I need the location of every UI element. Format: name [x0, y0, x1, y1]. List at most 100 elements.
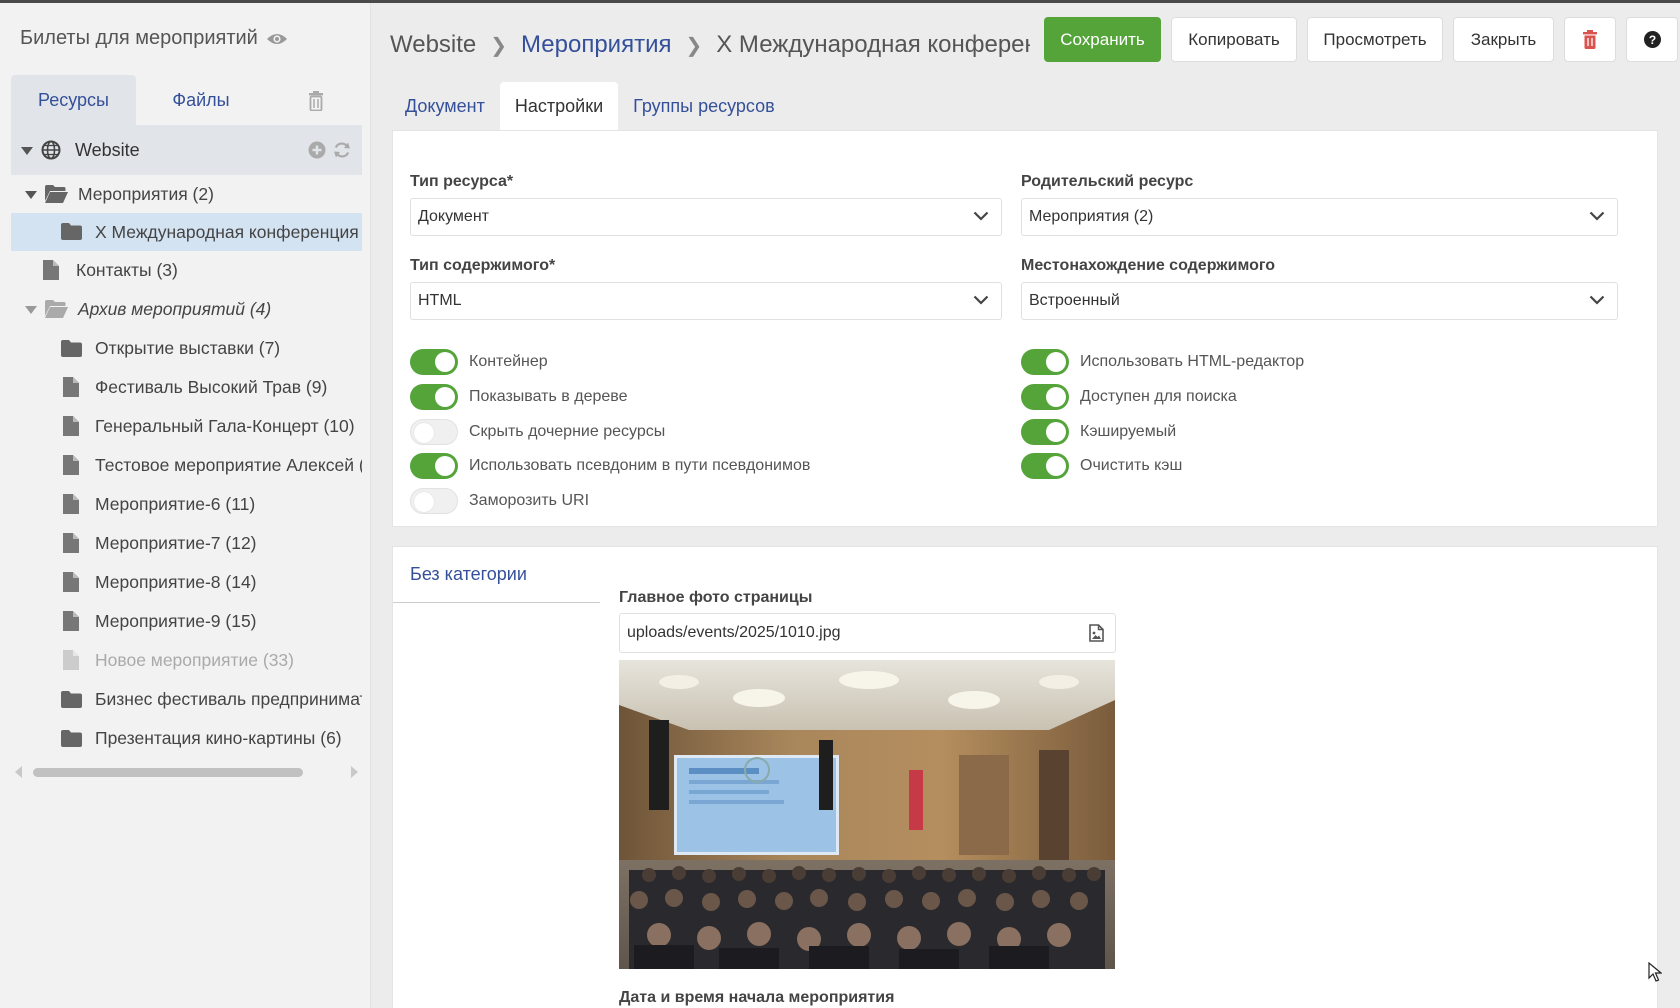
delete-button[interactable]	[1564, 17, 1616, 62]
tab-resource-groups[interactable]: Группы ресурсов	[618, 82, 790, 130]
parent-resource-value: Мероприятия (2)	[1029, 208, 1154, 225]
breadcrumb-events[interactable]: Мероприятия	[521, 31, 671, 59]
freeze-uri-toggle[interactable]	[410, 488, 458, 514]
tab-settings[interactable]: Настройки	[499, 82, 619, 130]
preview-button[interactable]: Просмотреть	[1307, 17, 1443, 62]
content-location-select[interactable]: Встроенный	[1021, 282, 1618, 320]
clear-cache-toggle[interactable]	[1021, 453, 1069, 479]
tree-item-label: Новое мероприятие (33)	[95, 650, 294, 670]
tree-item-event-8[interactable]: Мероприятие-8 (14)	[11, 563, 362, 602]
tree-root-website[interactable]: Website	[11, 125, 362, 175]
close-button[interactable]: Закрыть	[1453, 17, 1554, 62]
add-circle-icon[interactable]	[308, 141, 326, 159]
tree-horizontal-scrollbar[interactable]	[11, 763, 362, 779]
tree-item-label: Бизнес фестиваль предпринимате	[95, 689, 362, 709]
tree-item-label: Мероприятие-8 (14)	[95, 572, 257, 592]
toggle-row-container: Контейнер	[410, 349, 548, 375]
toggle-row-alias-path: Использовать псевдоним в пути псевдонимо…	[410, 453, 810, 479]
file-image-icon[interactable]	[1089, 624, 1104, 642]
tree-item-label: Фестиваль Высокий Трав (9)	[95, 377, 328, 397]
help-button[interactable]: ?	[1626, 17, 1678, 62]
show-in-tree-toggle[interactable]	[410, 384, 458, 410]
main-photo-path: uploads/events/2025/1010.jpg	[627, 624, 841, 641]
document-icon	[43, 260, 59, 280]
resource-tree: Website Мероприятия (2) X Международная …	[11, 125, 362, 758]
tree-item-label: Презентация кино-картины (6)	[95, 728, 342, 748]
container-toggle[interactable]	[410, 349, 458, 375]
show-in-tree-label: Показывать в дереве	[469, 388, 628, 405]
tree-item-label: Мероприятия (2)	[78, 183, 214, 204]
tree-item-contacts[interactable]: Контакты (3)	[11, 251, 362, 290]
toggle-knob	[1046, 352, 1066, 372]
tree-item-business-festival[interactable]: Бизнес фестиваль предпринимате	[11, 680, 362, 719]
tab-resources[interactable]: Ресурсы	[11, 75, 136, 125]
tree-item-label: Мероприятие-6 (11)	[95, 494, 256, 514]
page-title: X Международная конференц	[716, 31, 1030, 58]
parent-resource-select[interactable]: Мероприятия (2)	[1021, 198, 1618, 236]
resource-type-label: Тип ресурса*	[410, 173, 514, 190]
trash-icon[interactable]	[307, 91, 325, 111]
svg-text:?: ?	[1648, 33, 1655, 47]
eye-icon[interactable]	[266, 32, 288, 46]
refresh-icon[interactable]	[332, 141, 352, 159]
toggle-knob	[1046, 422, 1066, 442]
toggle-row-cacheable: Кэшируемый	[1021, 419, 1176, 445]
clear-cache-label: Очистить кэш	[1080, 457, 1183, 474]
hide-children-toggle[interactable]	[410, 419, 458, 445]
tree-item-label: Генеральный Гала-Концерт (10)	[95, 416, 355, 436]
main-photo-label: Главное фото страницы	[619, 589, 813, 606]
tree-item-festival[interactable]: Фестиваль Высокий Трав (9)	[11, 368, 362, 407]
chevron-down-icon	[973, 211, 989, 221]
container-toggle-label: Контейнер	[469, 353, 548, 370]
tree-item-event-7[interactable]: Мероприятие-7 (12)	[11, 524, 362, 563]
cacheable-toggle[interactable]	[1021, 419, 1069, 445]
copy-button[interactable]: Копировать	[1171, 17, 1297, 62]
chevron-down-icon	[973, 295, 989, 305]
tree-item-test-event[interactable]: Тестовое мероприятие Алексей (	[11, 446, 362, 485]
tab-files[interactable]: Файлы	[136, 75, 266, 125]
tab-uncategorized[interactable]: Без категории	[393, 547, 600, 603]
caret-down-icon[interactable]	[25, 191, 37, 199]
mouse-cursor-icon	[1648, 962, 1662, 982]
scroll-right-icon[interactable]	[351, 766, 358, 778]
scroll-left-icon[interactable]	[15, 766, 22, 778]
main-content: Website ❯ Мероприятия ❯ X Международная …	[372, 3, 1680, 1008]
resource-type-select[interactable]: Документ	[410, 198, 1002, 236]
toolbar: Сохранить Копировать Просмотреть Закрыть…	[1044, 17, 1678, 62]
tab-document[interactable]: Документ	[390, 82, 500, 130]
breadcrumb-website[interactable]: Website	[390, 31, 476, 59]
event-photo	[619, 660, 1115, 969]
tree-item-conference[interactable]: X Международная конференция (	[11, 213, 362, 251]
content-type-select[interactable]: HTML	[410, 282, 1002, 320]
tree-item-event-9[interactable]: Мероприятие-9 (15)	[11, 602, 362, 641]
tree-item-new-event[interactable]: Новое мероприятие (33)	[11, 641, 362, 680]
tree-item-events[interactable]: Мероприятия (2)	[11, 175, 362, 213]
tree-item-gala[interactable]: Генеральный Гала-Концерт (10)	[11, 407, 362, 446]
tree-item-label: Тестовое мероприятие Алексей (	[95, 455, 362, 475]
content-type-label: Тип содержимого*	[410, 257, 556, 274]
caret-down-icon[interactable]	[21, 147, 33, 155]
tree-item-exhibition[interactable]: Открытие выставки (7)	[11, 329, 362, 368]
folder-open-icon	[45, 300, 68, 318]
folder-icon	[61, 691, 82, 708]
toggle-knob	[1046, 456, 1066, 476]
scrollbar-thumb[interactable]	[33, 768, 303, 777]
trash-icon	[1583, 30, 1597, 49]
caret-down-icon[interactable]	[25, 306, 37, 314]
site-title[interactable]: Билеты для мероприятий	[20, 27, 288, 50]
html-editor-toggle[interactable]	[1021, 349, 1069, 375]
searchable-toggle[interactable]	[1021, 384, 1069, 410]
alias-path-toggle[interactable]	[410, 453, 458, 479]
tree-item-archive[interactable]: Архив мероприятий (4)	[11, 290, 362, 329]
main-photo-input[interactable]: uploads/events/2025/1010.jpg	[619, 613, 1116, 653]
tree-item-film-presentation[interactable]: Презентация кино-картины (6)	[11, 719, 362, 758]
toggle-knob	[435, 352, 455, 372]
toggle-knob	[1046, 387, 1066, 407]
tree-item-label: Открытие выставки (7)	[95, 338, 281, 358]
sidebar: Билеты для мероприятий Ресурсы Файлы Web…	[0, 3, 371, 1008]
document-icon	[63, 611, 79, 631]
tree-item-event-6[interactable]: Мероприятие-6 (11)	[11, 485, 362, 524]
toggle-knob	[414, 492, 434, 512]
document-icon	[63, 572, 79, 592]
save-button[interactable]: Сохранить	[1044, 17, 1161, 62]
